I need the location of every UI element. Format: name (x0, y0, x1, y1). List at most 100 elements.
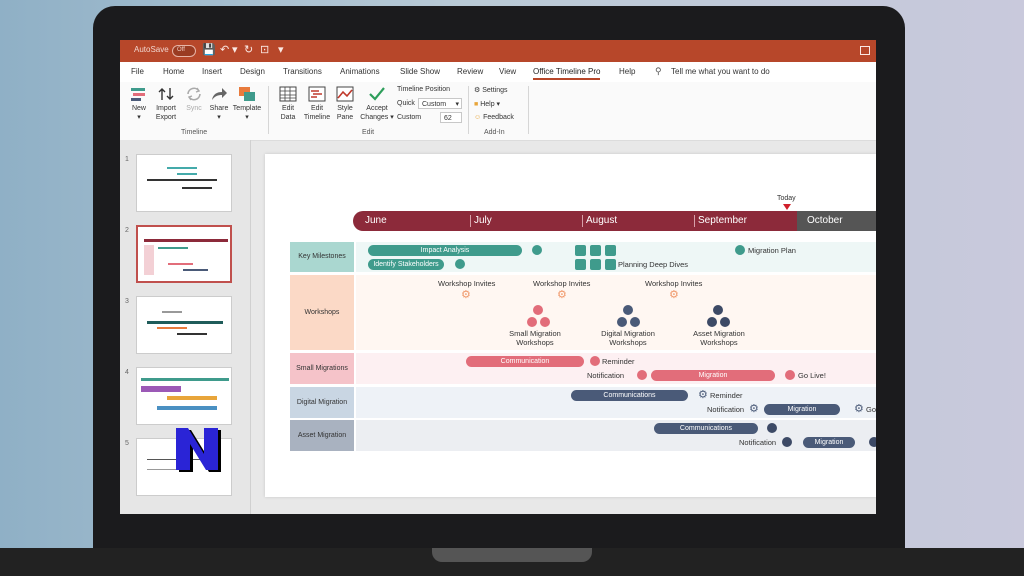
workshop-dot[interactable] (713, 305, 723, 315)
workshop-dot[interactable] (720, 317, 730, 327)
workshop-dot[interactable] (623, 305, 633, 315)
tab-animations[interactable]: Animations (340, 67, 380, 76)
edit-timeline-icon (308, 86, 326, 102)
restore-window-icon[interactable] (860, 46, 870, 55)
custom-position-input[interactable]: 62 (440, 112, 462, 123)
feedback-label: Feedback (483, 114, 514, 121)
edit-data-button[interactable]: Edit Data (273, 86, 303, 122)
import-export-icon (158, 88, 174, 100)
undo-icon[interactable]: ↶ (220, 44, 229, 56)
help-label: Help (480, 101, 495, 108)
milestone-marker[interactable] (605, 259, 616, 270)
tab-transitions[interactable]: Transitions (283, 67, 322, 76)
task-communications[interactable]: Communications (654, 423, 758, 434)
workshop-dot[interactable] (707, 317, 717, 327)
quick-position-value: Custom (422, 101, 447, 108)
tab-insert[interactable]: Insert (202, 67, 222, 76)
slide-canvas[interactable]: Today June July August September October… (265, 154, 876, 497)
slide-thumbnail-3[interactable] (136, 296, 232, 354)
milestone-label: Notification (587, 371, 625, 380)
new-button[interactable]: New ▾ (124, 86, 154, 122)
custom-position-value: 62 (444, 115, 452, 122)
today-marker-icon (783, 204, 791, 210)
tab-slide-show[interactable]: Slide Show (400, 67, 440, 76)
gear-icon[interactable]: ⚙ (461, 290, 471, 301)
milestone-marker[interactable] (455, 259, 465, 269)
share-button[interactable]: Share ▾ (204, 86, 234, 122)
milestone-migration-plan[interactable] (735, 245, 745, 255)
milestone-marker[interactable] (590, 259, 601, 270)
milestone-marker[interactable] (575, 259, 586, 270)
gear-icon[interactable]: ⚙ (749, 404, 759, 415)
slide-number: 5 (125, 440, 129, 447)
workshop-dot[interactable] (527, 317, 537, 327)
milestone-marker[interactable] (869, 437, 876, 447)
tab-view[interactable]: View (499, 67, 516, 76)
tab-home[interactable]: Home (163, 67, 184, 76)
import-label: Import (156, 105, 176, 112)
template-dropdown-icon: ▾ (245, 114, 249, 121)
milestone-marker[interactable] (575, 245, 586, 256)
import-export-button[interactable]: Import Export (151, 86, 181, 122)
milestone-marker[interactable] (590, 245, 601, 256)
milestone-marker[interactable] (605, 245, 616, 256)
table-icon (279, 86, 297, 102)
slide-thumbnail-1[interactable] (136, 154, 232, 212)
help-dropdown-icon: ▾ (496, 101, 501, 108)
quick-position-select[interactable]: Custom ▾ (418, 98, 462, 109)
accept-changes-button[interactable]: Accept Changes ▾ (360, 86, 394, 122)
gear-icon[interactable]: ⚙ (557, 290, 567, 301)
milestone-notification[interactable] (637, 370, 647, 380)
slide-thumbnail-2[interactable] (136, 225, 232, 283)
task-migration[interactable]: Migration (803, 437, 855, 448)
tell-me-search[interactable]: Tell me what you want to do (671, 67, 770, 76)
redo-icon[interactable]: ↻ (244, 44, 253, 56)
task-migration[interactable]: Migration (764, 404, 840, 415)
autosave-toggle[interactable]: Off (172, 45, 196, 57)
milestone-label: Notification (739, 438, 777, 447)
milestone-marker[interactable] (767, 423, 777, 433)
month-october: October (807, 215, 843, 226)
ribbon-separator (268, 86, 269, 134)
milestone-marker[interactable] (532, 245, 542, 255)
customize-toolbar-icon[interactable]: ▾ (278, 44, 284, 56)
task-migration[interactable]: Migration (651, 370, 775, 381)
milestone-go-live[interactable] (785, 370, 795, 380)
edit-timeline-button[interactable]: Edit Timeline (302, 86, 332, 122)
task-communications[interactable]: Communications (571, 390, 688, 401)
swimlane-key-milestones: Key Milestones Impact Analysis Migration… (290, 242, 876, 272)
undo-dropdown-icon[interactable]: ▾ (232, 44, 238, 56)
tab-design[interactable]: Design (240, 67, 265, 76)
workshop-dot[interactable] (540, 317, 550, 327)
milestone-label: Workshop Invites (438, 279, 496, 288)
template-button[interactable]: Template ▾ (232, 86, 262, 122)
workshop-dot[interactable] (630, 317, 640, 327)
help-icon: ■ (474, 101, 479, 108)
gear-icon[interactable]: ⚙ (698, 390, 708, 401)
milestone-notification[interactable] (782, 437, 792, 447)
ribbon-tabs: File Home Insert Design Transitions Anim… (120, 62, 876, 82)
workshop-dot[interactable] (533, 305, 543, 315)
workshop-dot[interactable] (617, 317, 627, 327)
task-communication[interactable]: Communication (466, 356, 584, 367)
slide-number: 1 (125, 156, 129, 163)
tab-review[interactable]: Review (457, 67, 483, 76)
slide-thumbnail-4[interactable] (136, 367, 232, 425)
save-icon[interactable]: 💾 (202, 44, 216, 56)
feedback-button[interactable]: ☺ Feedback (474, 114, 514, 121)
label-line: Workshops (700, 338, 738, 347)
gear-icon[interactable]: ⚙ (854, 404, 864, 415)
gear-icon[interactable]: ⚙ (669, 290, 679, 301)
ribbon-separator (528, 86, 529, 134)
tab-help[interactable]: Help (619, 67, 635, 76)
present-icon[interactable]: ⊡ (260, 44, 269, 56)
autosave-toggle-state: Off (177, 47, 185, 53)
style-pane-button[interactable]: Style Pane (330, 86, 360, 122)
task-identify-stakeholders[interactable]: Identify Stakeholders (368, 259, 444, 270)
task-impact-analysis[interactable]: Impact Analysis (368, 245, 522, 256)
tab-file[interactable]: File (131, 67, 144, 76)
help-button[interactable]: ■ Help ▾ (474, 100, 500, 108)
milestone-reminder[interactable] (590, 356, 600, 366)
tab-office-timeline-pro[interactable]: Office Timeline Pro (533, 67, 601, 80)
settings-button[interactable]: ⚙ Settings (474, 86, 508, 94)
